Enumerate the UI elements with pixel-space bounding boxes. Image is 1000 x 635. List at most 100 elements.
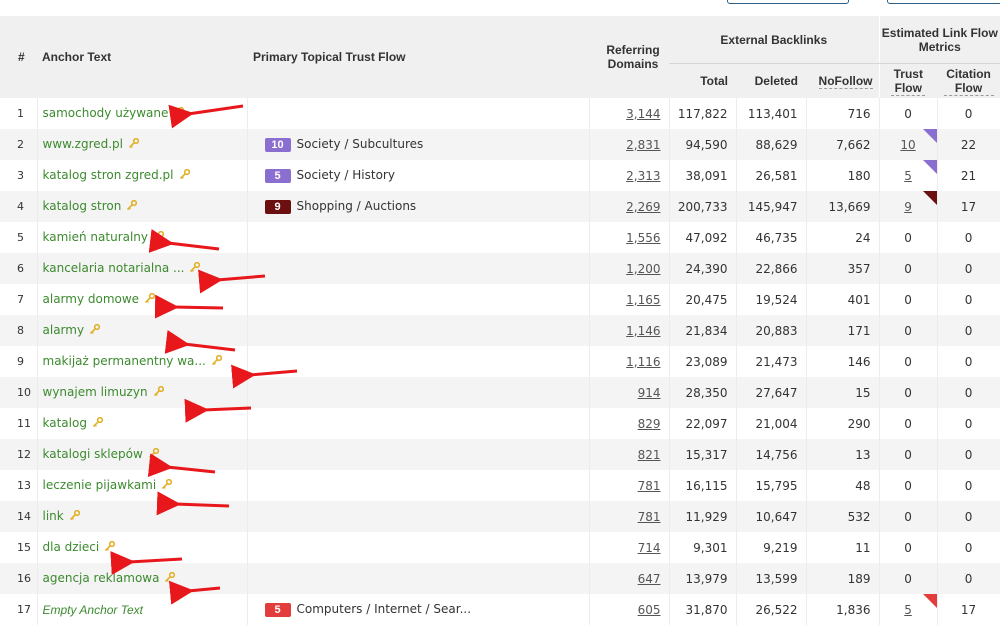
key-icon[interactable]: [104, 540, 116, 555]
referring-domains-link[interactable]: 1,165: [626, 293, 660, 307]
referring-domains-link[interactable]: 647: [638, 572, 661, 586]
anchor-text-link[interactable]: link: [43, 509, 64, 523]
topical-category-label: Society / History: [296, 168, 395, 182]
anchor-text-link[interactable]: katalog: [43, 416, 87, 430]
row-index: 3: [0, 160, 38, 191]
top-action-button-2[interactable]: [887, 0, 1000, 4]
citation-flow-cell: 0: [937, 253, 1000, 284]
anchor-text-link[interactable]: alarmy: [43, 323, 85, 337]
key-icon[interactable]: [89, 323, 101, 338]
table-row: 8 alarmy 1,146 21,834 20,883 171 0 0: [0, 315, 1000, 346]
total-cell: 47,092: [669, 222, 737, 253]
trust-flow-cell: 0: [879, 346, 938, 377]
deleted-header[interactable]: Deleted: [736, 63, 806, 98]
key-icon[interactable]: [153, 385, 164, 400]
trust-flow-link[interactable]: 5: [904, 169, 912, 183]
anchor-text-link[interactable]: alarmy domowe: [43, 292, 140, 306]
anchor-text-link[interactable]: leczenie pijawkami: [43, 478, 157, 492]
key-icon[interactable]: [161, 478, 173, 493]
referring-domains-link[interactable]: 781: [638, 510, 661, 524]
anchor-cell: katalogi sklepów: [37, 439, 248, 470]
citation-flow-cell: 21: [937, 160, 1000, 191]
table-row: 13 leczenie pijawkami 781 16,115 15,795 48 0 0: [0, 470, 1000, 501]
nofollow-cell: 189: [806, 563, 880, 594]
topical-category-label: Society / Subcultures: [296, 137, 424, 151]
key-icon[interactable]: [69, 509, 80, 524]
topical-cell: 5 Society / History: [247, 160, 590, 191]
trust-flow-link[interactable]: 10: [900, 138, 915, 152]
trust-flow-value: 0: [904, 354, 912, 369]
trust-flow-cell: 5: [879, 160, 938, 191]
citation-flow-header[interactable]: Citation Flow: [937, 63, 1000, 98]
referring-domains-cell: 605: [589, 594, 670, 625]
anchor-text-link[interactable]: www.zgred.pl: [43, 137, 124, 151]
table-row: 5 kamień naturalny 1,556 47,092 46,735 24 0 0: [0, 222, 1000, 253]
key-icon[interactable]: [173, 106, 185, 121]
referring-domains-link[interactable]: 1,116: [626, 355, 660, 369]
referring-domains-link[interactable]: 1,146: [626, 324, 660, 338]
anchor-text-link[interactable]: katalog stron: [43, 199, 122, 213]
deleted-cell: 22,866: [736, 253, 807, 284]
referring-domains-link[interactable]: 605: [638, 603, 661, 617]
referring-domains-link[interactable]: 2,313: [626, 169, 660, 183]
row-index: 13: [0, 470, 38, 501]
key-icon[interactable]: [128, 137, 140, 152]
anchor-text-link[interactable]: katalog stron zgred.pl: [43, 168, 174, 182]
referring-domains-link[interactable]: 3,144: [626, 107, 660, 121]
estimated-link-flow-header: Estimated Link Flow Metrics: [878, 16, 1000, 64]
row-index: 4: [0, 191, 38, 222]
anchor-text-link[interactable]: samochody używane: [43, 106, 169, 120]
anchor-text-link[interactable]: kamień naturalny: [43, 230, 149, 244]
referring-domains-link[interactable]: 714: [638, 541, 661, 555]
referring-domains-link[interactable]: 1,200: [626, 262, 660, 276]
citation-flow-cell: 0: [937, 470, 1000, 501]
anchor-cell: katalog stron: [37, 191, 248, 222]
key-icon[interactable]: [164, 571, 176, 586]
anchor-text-link[interactable]: dla dzieci: [43, 540, 100, 554]
total-header[interactable]: Total: [669, 63, 736, 98]
nofollow-cell: 357: [806, 253, 880, 284]
key-icon[interactable]: [148, 447, 159, 462]
topical-category-label: Shopping / Auctions: [296, 199, 417, 213]
anchor-text-link[interactable]: Empty Anchor Text: [43, 603, 144, 617]
referring-domains-link[interactable]: 2,269: [626, 200, 660, 214]
anchor-text-link[interactable]: katalogi sklepów: [43, 447, 143, 461]
key-icon[interactable]: [189, 261, 201, 276]
topical-cell: [247, 563, 590, 594]
key-icon[interactable]: [211, 354, 222, 369]
topical-trust-flow-header[interactable]: Primary Topical Trust Flow: [247, 16, 589, 98]
key-icon[interactable]: [126, 199, 138, 214]
referring-domains-cell: 714: [589, 532, 670, 563]
citation-flow-cell: 22: [937, 129, 1000, 160]
anchor-text-header[interactable]: Anchor Text: [37, 16, 247, 98]
referring-domains-link[interactable]: 821: [638, 448, 661, 462]
key-icon[interactable]: [92, 416, 104, 431]
key-icon[interactable]: [153, 230, 165, 245]
referring-domains-link[interactable]: 2,831: [626, 138, 660, 152]
top-action-button-1[interactable]: [727, 0, 849, 4]
table-row: 17 Empty Anchor Text 5 Computers / Internet…: [0, 594, 1000, 625]
deleted-cell: 145,947: [736, 191, 807, 222]
referring-domains-link[interactable]: 914: [638, 386, 661, 400]
trust-flow-header[interactable]: Trust Flow: [878, 63, 938, 98]
referring-domains-link[interactable]: 781: [638, 479, 661, 493]
key-icon[interactable]: [179, 168, 190, 183]
total-cell: 24,390: [669, 253, 737, 284]
anchor-text-link[interactable]: agencja reklamowa: [43, 571, 160, 585]
anchor-text-link[interactable]: makijaż permanentny wa...: [43, 354, 206, 368]
referring-domains-link[interactable]: 1,556: [626, 231, 660, 245]
anchor-text-link[interactable]: wynajem limuzyn: [43, 385, 148, 399]
row-index: 17: [0, 594, 38, 625]
nofollow-cell: 1,836: [806, 594, 880, 625]
deleted-cell: 10,647: [736, 501, 807, 532]
referring-domains-link[interactable]: 829: [638, 417, 661, 431]
key-icon[interactable]: [144, 292, 156, 307]
trust-flow-link[interactable]: 5: [904, 603, 912, 617]
anchor-text-table: # Anchor Text Primary Topical Trust Flow…: [0, 16, 1000, 625]
trust-flow-link[interactable]: 9: [904, 200, 912, 214]
topical-color-marker: [922, 191, 937, 205]
referring-domains-header[interactable]: Referring Domains: [589, 16, 669, 98]
nofollow-header[interactable]: NoFollow: [806, 63, 880, 98]
nofollow-cell: 180: [806, 160, 880, 191]
anchor-text-link[interactable]: kancelaria notarialna ...: [43, 261, 185, 275]
